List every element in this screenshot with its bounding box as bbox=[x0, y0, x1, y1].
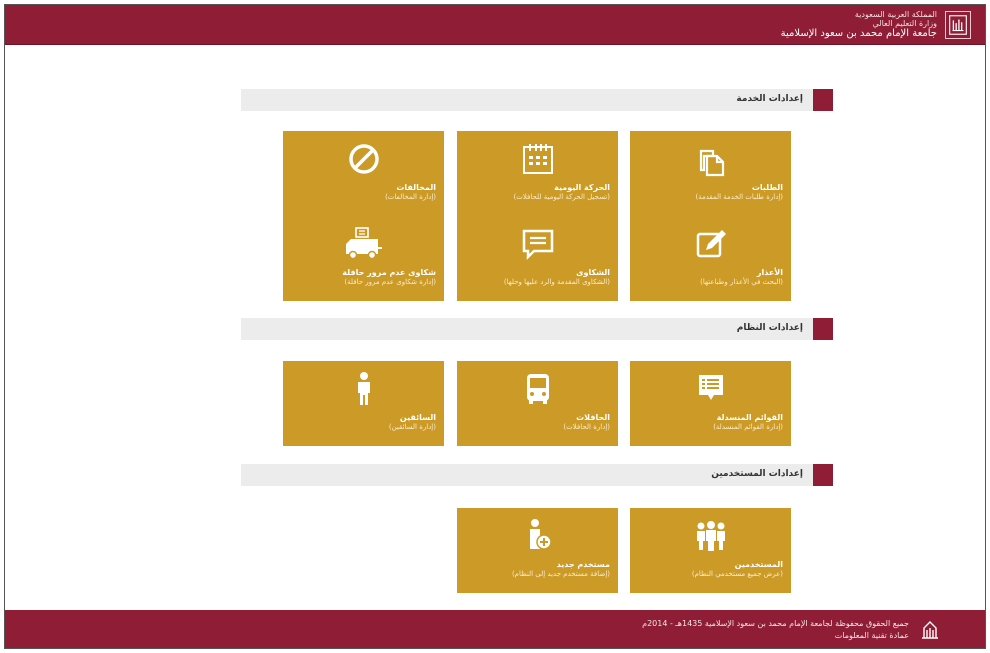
calendar-icon bbox=[516, 141, 560, 177]
section-accent bbox=[813, 318, 833, 340]
tile-subtitle: (إدارة الحافلات) bbox=[563, 423, 610, 431]
tile-subtitle: (إدارة المخالفات) bbox=[385, 193, 436, 201]
tile-subtitle: (تسجيل الحركة اليومية للحافلات) bbox=[513, 193, 610, 201]
university-logo-icon bbox=[949, 15, 967, 35]
tile-title: مستخدم جديد bbox=[556, 560, 610, 569]
tile-title: المستخدمين bbox=[734, 560, 783, 569]
tile-title: الطلبات bbox=[751, 183, 783, 192]
list-icon bbox=[689, 371, 733, 407]
tile-requests[interactable]: الطلبات (إدارة طلبات الخدمة المقدمة) bbox=[630, 131, 791, 216]
footer-logo-icon bbox=[919, 616, 941, 642]
tile-new-user[interactable]: مستخدم جديد (إضافة مستخدم جديد إلى النظا… bbox=[457, 508, 618, 593]
ministry-name: وزارة التعليم العالي bbox=[872, 19, 937, 28]
tile-title: الحافلات bbox=[576, 413, 610, 422]
department-text: عمادة تقنية المعلومات bbox=[834, 631, 909, 640]
add-user-icon bbox=[516, 518, 560, 554]
app-frame: المملكة العربية السعودية وزارة التعليم ا… bbox=[4, 4, 986, 649]
section-title: إعدادات الخدمة bbox=[736, 94, 803, 104]
chat-icon bbox=[516, 226, 560, 262]
university-name: جامعة الإمام محمد بن سعود الإسلامية bbox=[780, 28, 937, 39]
documents-icon bbox=[689, 141, 733, 177]
section-header-system-settings: إعدادات النظام bbox=[241, 318, 833, 340]
tile-subtitle: (إضافة مستخدم جديد إلى النظام) bbox=[511, 570, 610, 578]
university-logo[interactable] bbox=[945, 11, 971, 39]
copyright-text: جميع الحقوق محفوظة لجامعة الإمام محمد بن… bbox=[642, 619, 909, 628]
tile-violations[interactable]: المخالفات (إدارة المخالفات) bbox=[283, 131, 444, 216]
tile-users[interactable]: المستخدمين (عرض جميع مستخدمي النظام) bbox=[630, 508, 791, 593]
tile-title: السائقين bbox=[399, 413, 436, 422]
tile-title: المخالفات bbox=[396, 183, 436, 192]
section-title: إعدادات النظام bbox=[736, 323, 803, 333]
footer-text: جميع الحقوق محفوظة لجامعة الإمام محمد بن… bbox=[642, 618, 909, 642]
tile-buses[interactable]: الحافلات (إدارة الحافلات) bbox=[457, 361, 618, 446]
tile-subtitle: (إدارة القوائم المنسدلة) bbox=[713, 423, 783, 431]
header-titles: المملكة العربية السعودية وزارة التعليم ا… bbox=[781, 10, 937, 40]
person-icon bbox=[342, 371, 386, 407]
tile-subtitle: (إدارة السائقين) bbox=[388, 423, 436, 431]
tile-title: شكاوى عدم مرور حافلة bbox=[342, 268, 436, 277]
tile-bus-no-show-complaints[interactable]: شكاوى عدم مرور حافلة (إدارة شكاوى عدم مر… bbox=[283, 216, 444, 301]
section-header-user-settings: إعدادات المستخدمين bbox=[241, 464, 833, 486]
tile-title: القوائم المنسدلة bbox=[716, 413, 783, 422]
tile-dropdown-lists[interactable]: القوائم المنسدلة (إدارة القوائم المنسدلة… bbox=[630, 361, 791, 446]
users-icon bbox=[689, 518, 733, 554]
tile-subtitle: (الشكاوى المقدمة والرد عليها وحلها) bbox=[503, 278, 610, 286]
header-bar: المملكة العربية السعودية وزارة التعليم ا… bbox=[5, 5, 985, 45]
tile-subtitle: (إدارة طلبات الخدمة المقدمة) bbox=[695, 193, 783, 201]
prohibited-icon bbox=[342, 141, 386, 177]
truck-icon bbox=[342, 226, 386, 262]
tile-subtitle: (عرض جميع مستخدمي النظام) bbox=[691, 570, 783, 578]
tile-daily-movement[interactable]: الحركة اليومية (تسجيل الحركة اليومية للح… bbox=[457, 131, 618, 216]
footer-bar: جميع الحقوق محفوظة لجامعة الإمام محمد بن… bbox=[5, 610, 985, 648]
edit-icon bbox=[689, 226, 733, 262]
tile-title: الأعذار bbox=[756, 268, 783, 277]
tile-subtitle: (إدارة شكاوى عدم مرور حافلة) bbox=[344, 278, 436, 286]
tile-subtitle: (البحث في الأعذار وطباعتها) bbox=[700, 278, 783, 286]
tile-drivers[interactable]: السائقين (إدارة السائقين) bbox=[283, 361, 444, 446]
country-name: المملكة العربية السعودية bbox=[854, 10, 937, 19]
tile-complaints[interactable]: الشكاوى (الشكاوى المقدمة والرد عليها وحل… bbox=[457, 216, 618, 301]
section-accent bbox=[813, 89, 833, 111]
tile-title: الشكاوى bbox=[576, 268, 610, 277]
section-title: إعدادات المستخدمين bbox=[711, 469, 803, 479]
tile-title: الحركة اليومية bbox=[554, 183, 610, 192]
tile-excuses[interactable]: الأعذار (البحث في الأعذار وطباعتها) bbox=[630, 216, 791, 301]
section-accent bbox=[813, 464, 833, 486]
section-header-service-settings: إعدادات الخدمة bbox=[241, 89, 833, 111]
bus-icon bbox=[516, 371, 560, 407]
